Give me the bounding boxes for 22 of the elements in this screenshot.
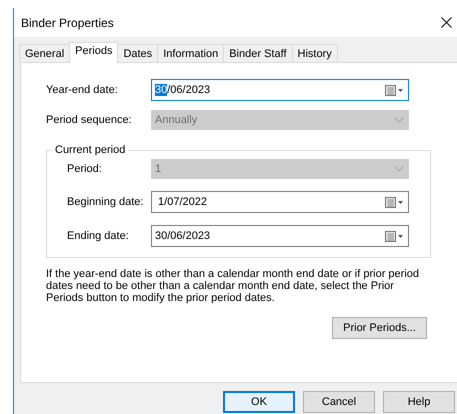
calendar-dropdown-icon[interactable]	[385, 84, 404, 96]
date-field[interactable]: 1/07/2022	[151, 191, 409, 213]
field-label: Beginning date:	[67, 196, 144, 208]
tab[interactable]: History	[292, 44, 338, 62]
calendar-dropdown-icon[interactable]	[385, 230, 404, 242]
tab[interactable]: Periods	[69, 42, 118, 63]
dialog-button[interactable]: Help	[383, 391, 455, 413]
field-label: Period:	[67, 163, 103, 175]
group-title: Current period	[54, 144, 126, 156]
dialog-button[interactable]: OK	[223, 391, 295, 413]
field-label: Period sequence:	[46, 114, 133, 126]
prior-periods-button[interactable]: Prior Periods...	[332, 317, 427, 339]
window-title: Binder Properties	[21, 16, 114, 30]
tab[interactable]: General	[19, 44, 70, 62]
info-text: If the year-end date is other than a calendar month end date or if prior period dates need to be other than a calendar month end date, select the Prior Periods button to modify the prior period dates.	[46, 268, 420, 304]
close-icon[interactable]	[441, 17, 452, 28]
dialog-button[interactable]: Cancel	[303, 391, 375, 413]
date-field[interactable]: 30/06/2023	[151, 79, 409, 101]
date-field[interactable]: 30/06/2023	[151, 225, 409, 247]
field-label: Ending date:	[67, 230, 130, 242]
field-label: Year-end date:	[46, 84, 119, 96]
calendar-dropdown-icon[interactable]	[385, 196, 404, 208]
